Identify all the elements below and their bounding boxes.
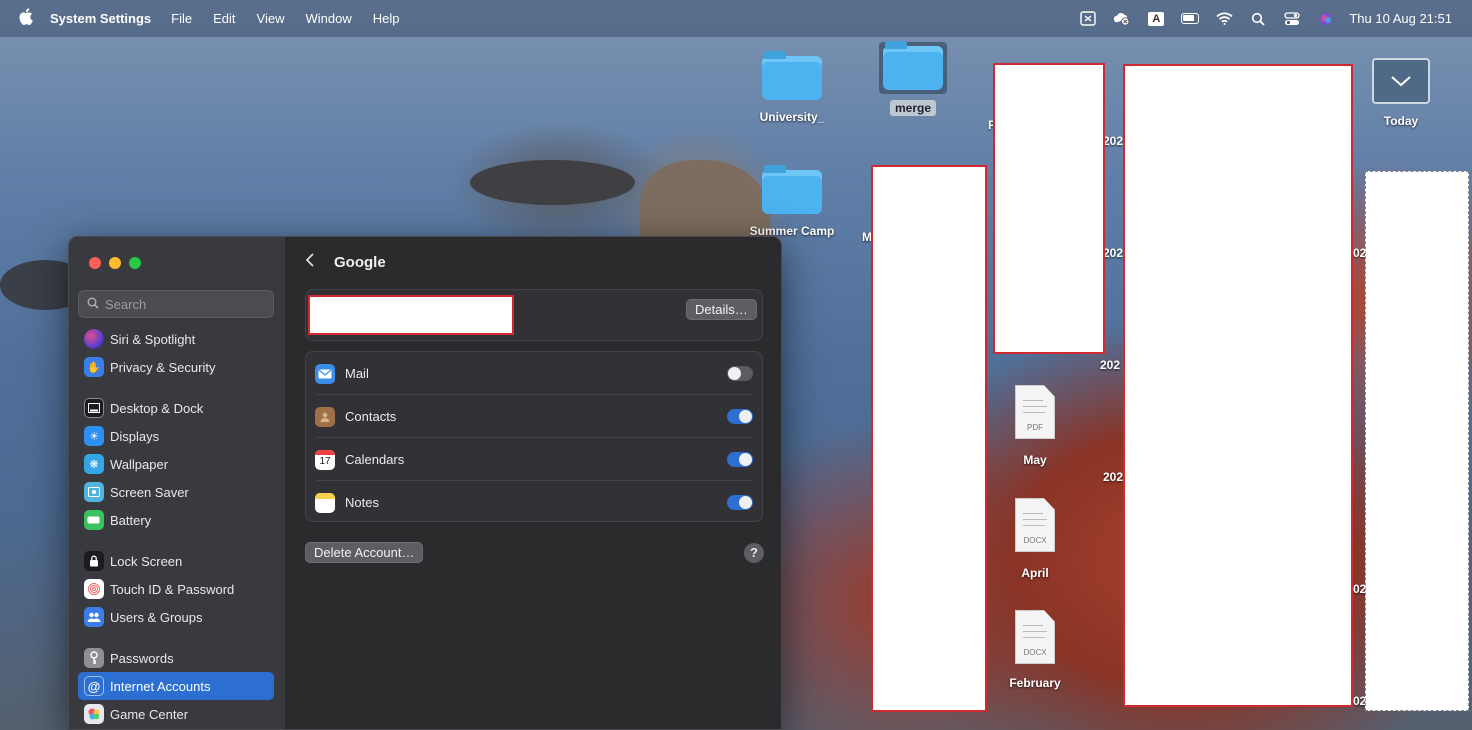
contacts-toggle[interactable] [727, 409, 753, 424]
redacted-account-name [308, 295, 514, 335]
account-card: Details… [305, 289, 763, 341]
sidebar-item-displays[interactable]: ☀ Displays [78, 422, 274, 450]
users-icon [84, 607, 104, 627]
hand-icon: ✋ [84, 357, 104, 377]
zoom-window-button[interactable] [129, 257, 141, 269]
sidebar-item-passwords[interactable]: Passwords [78, 644, 274, 672]
search-placeholder: Search [105, 296, 147, 312]
redaction-box [1365, 171, 1469, 711]
mail-toggle[interactable] [727, 366, 753, 381]
apple-menu-icon[interactable] [16, 7, 34, 30]
sidebar-item-battery[interactable]: Battery [78, 506, 274, 534]
app-name-menu[interactable]: System Settings [50, 11, 151, 26]
settings-sidebar: Search Siri & Spotlight ✋ Privacy & Secu… [69, 237, 286, 729]
mail-icon [315, 363, 335, 384]
desktop-folder-merge[interactable]: merge [863, 41, 963, 117]
docx-document-icon: DOCX [1015, 610, 1055, 664]
service-row-mail: Mail [306, 352, 762, 395]
desktop-stack-today[interactable]: Today [1351, 58, 1451, 128]
menu-edit[interactable]: Edit [213, 11, 235, 26]
service-row-contacts: Contacts [306, 395, 762, 438]
notes-toggle[interactable] [727, 495, 753, 510]
chevron-down-icon [1372, 58, 1430, 104]
calendar-icon: 17 [315, 449, 335, 470]
desktop-label-fragment: 202 [1103, 134, 1124, 148]
siri-icon[interactable] [1317, 11, 1335, 27]
screen-saver-icon [84, 482, 104, 502]
sidebar-item-screen-saver[interactable]: Screen Saver [78, 478, 274, 506]
sun-icon: ☀ [84, 426, 104, 446]
pdf-document-icon: PDF [1015, 385, 1055, 439]
system-settings-window: Search Siri & Spotlight ✋ Privacy & Secu… [68, 236, 782, 730]
notes-icon [315, 492, 335, 513]
contacts-icon [315, 406, 335, 427]
desktop-document-february[interactable]: DOCX February [985, 610, 1085, 690]
details-button[interactable]: Details… [686, 299, 757, 320]
close-window-button[interactable] [89, 257, 101, 269]
desktop-folder-university[interactable]: University_ [742, 51, 842, 124]
cloud-sync-icon[interactable] [1113, 11, 1131, 27]
sidebar-item-game-center[interactable]: Game Center [78, 700, 274, 728]
menu-bar: System Settings File Edit View Window He… [0, 0, 1472, 37]
back-chevron-icon[interactable] [305, 251, 315, 274]
menu-bar-clock[interactable]: Thu 10 Aug 21:51 [1349, 11, 1452, 26]
desktop-label-fragment: 202 [1100, 358, 1121, 372]
key-icon [84, 648, 104, 668]
lock-icon [84, 551, 104, 571]
at-sign-icon: @ [84, 676, 104, 696]
desktop-folder-summer-camp[interactable]: Summer Camp [742, 165, 842, 238]
sidebar-item-desktop-dock[interactable]: Desktop & Dock [78, 394, 274, 422]
help-button[interactable]: ? [744, 543, 764, 563]
dock-icon [84, 398, 104, 418]
battery-icon [84, 510, 104, 530]
spreadsheet-icon[interactable] [1079, 11, 1097, 27]
spotlight-search-icon[interactable] [1249, 11, 1267, 27]
service-row-notes: Notes [306, 481, 762, 524]
menu-window[interactable]: Window [305, 11, 351, 26]
desktop-document-april[interactable]: DOCX April [985, 498, 1085, 580]
docx-document-icon: DOCX [1015, 498, 1055, 552]
sidebar-item-users-groups[interactable]: Users & Groups [78, 603, 274, 631]
sidebar-item-internet-accounts[interactable]: @ Internet Accounts [78, 672, 274, 700]
sidebar-item-siri-spotlight[interactable]: Siri & Spotlight [78, 325, 274, 353]
service-row-calendars: 17 Calendars [306, 438, 762, 481]
calendars-toggle[interactable] [727, 452, 753, 467]
menu-bar-extras: A Thu 10 Aug 21:51 [1063, 0, 1452, 37]
sidebar-item-privacy-security[interactable]: ✋ Privacy & Security [78, 353, 274, 381]
control-center-icon[interactable] [1283, 11, 1301, 27]
menu-file[interactable]: File [171, 11, 192, 26]
siri-icon [84, 329, 104, 349]
folder-icon [883, 41, 943, 90]
sidebar-item-wallpaper[interactable]: ❋ Wallpaper [78, 450, 274, 478]
sidebar-search-field[interactable]: Search [78, 290, 274, 318]
fingerprint-icon [84, 579, 104, 599]
menu-help[interactable]: Help [373, 11, 400, 26]
menu-view[interactable]: View [257, 11, 285, 26]
redaction-box [993, 63, 1105, 354]
desktop-label-fragment: 202 [1103, 246, 1124, 260]
services-card: Mail Contacts 17 Calendars Notes [305, 351, 763, 522]
flower-icon: ❋ [84, 454, 104, 474]
folder-icon [762, 51, 822, 100]
desktop-label-fragment: 202 [1103, 470, 1124, 484]
page-title: Google [334, 254, 386, 271]
sidebar-item-lock-screen[interactable]: Lock Screen [78, 547, 274, 575]
settings-content: Google Details… Mail Contacts 17 Calenda… [285, 237, 781, 729]
search-icon [87, 297, 99, 312]
minimize-window-button[interactable] [109, 257, 121, 269]
sidebar-item-touch-id-password[interactable]: Touch ID & Password [78, 575, 274, 603]
wallpaper-rock [470, 160, 635, 205]
redaction-box [1123, 64, 1353, 707]
input-source-icon[interactable]: A [1147, 11, 1165, 27]
game-center-icon [84, 704, 104, 724]
folder-icon [762, 165, 822, 214]
delete-account-button[interactable]: Delete Account… [305, 542, 424, 563]
window-controls [89, 257, 149, 269]
battery-icon[interactable] [1181, 11, 1200, 27]
wifi-icon[interactable] [1215, 11, 1233, 27]
redaction-box [871, 165, 987, 712]
desktop-document-may[interactable]: PDF May [985, 385, 1085, 467]
